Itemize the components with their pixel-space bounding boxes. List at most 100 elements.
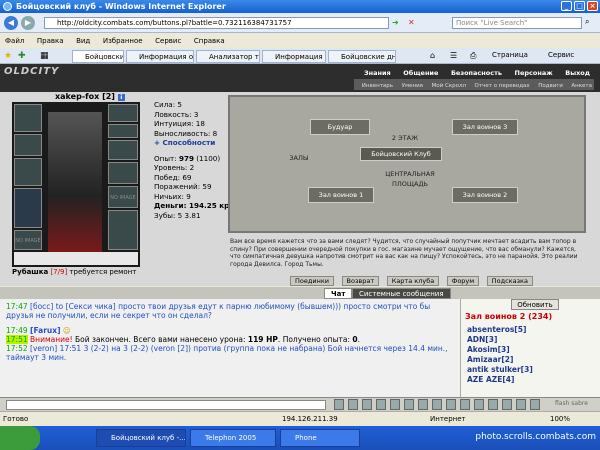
menu-tools[interactable]: Сервис — [150, 34, 186, 48]
minimize-button[interactable]: _ — [561, 1, 572, 11]
go-icon[interactable]: ➜ — [392, 18, 399, 27]
player-entry[interactable]: Akosim[3] — [467, 345, 510, 354]
nav-exit[interactable]: Выход — [565, 69, 590, 77]
menu-favorites[interactable]: Избранное — [98, 34, 148, 48]
toolbar-icon[interactable] — [348, 399, 358, 410]
back-button[interactable]: ◀ — [4, 16, 18, 30]
page-menu[interactable]: Страница — [492, 51, 528, 59]
room-floor2[interactable]: 2 ЭТАЖ — [370, 133, 440, 145]
refresh-button[interactable]: Обновить — [511, 299, 559, 310]
amulet-slot[interactable] — [14, 134, 42, 156]
helmet-slot[interactable] — [14, 104, 42, 132]
nav-communication[interactable]: Общение — [403, 69, 438, 77]
room-warriors-2[interactable]: Зал воинов 2 — [452, 187, 518, 203]
tab-combats[interactable]: Бойцовский кл... — [72, 50, 124, 63]
tab-system-messages[interactable]: Системные сообщения — [352, 288, 451, 299]
subnav-scroll[interactable]: Мой Скролл — [432, 83, 466, 89]
weapon-slot[interactable] — [14, 158, 42, 186]
nav-character[interactable]: Персонаж — [515, 69, 553, 77]
toolbar-icon[interactable] — [376, 399, 386, 410]
task-phone[interactable]: Phone — [280, 429, 360, 447]
menu-view[interactable]: Вид — [71, 34, 95, 48]
msg-nick[interactable]: [Farux] — [30, 326, 60, 335]
character-avatar[interactable] — [48, 112, 102, 252]
inventory-quick-slots[interactable] — [14, 252, 138, 265]
character-nick[interactable]: xakep-fox [2] i — [55, 92, 125, 101]
toolbar-icon[interactable] — [502, 399, 512, 410]
toolbar-icon[interactable] — [432, 399, 442, 410]
player-entry[interactable]: absenteros[5] — [467, 325, 526, 334]
subnav-inventory[interactable]: Инвентарь — [362, 83, 393, 89]
subnav-profile[interactable]: Анкета — [571, 83, 592, 89]
toolbar-icon[interactable] — [460, 399, 470, 410]
favorites-star-icon[interactable]: ★ — [4, 51, 12, 61]
msg-nick[interactable]: [босс] — [30, 302, 53, 311]
hint-button[interactable]: Подсказка — [486, 276, 533, 286]
search-icon[interactable]: ⌕ — [585, 17, 589, 27]
shield-slot[interactable] — [108, 162, 138, 184]
msg-nick[interactable]: [veron] — [30, 344, 57, 353]
chat-input[interactable] — [6, 400, 326, 410]
home-icon[interactable]: ⌂ — [430, 51, 435, 60]
room-halls[interactable]: ЗАЛЫ — [274, 153, 324, 165]
boots-slot[interactable] — [108, 210, 138, 250]
subnav-deeds[interactable]: Подвиги — [538, 83, 563, 89]
forum-button[interactable]: Форум — [446, 276, 480, 286]
belt-slot[interactable]: NO IMAGE — [14, 230, 42, 250]
tab-info-1[interactable]: Информация о ... — [126, 50, 194, 63]
tab-list-icon[interactable]: ▦ — [40, 51, 49, 61]
status-zoom[interactable]: 100% — [550, 412, 570, 426]
nav-knowledge[interactable]: Знания — [364, 69, 391, 77]
msg-to[interactable]: to [Секси чика] — [56, 302, 116, 311]
task-combats[interactable]: Бойцовский клуб -... — [96, 429, 186, 447]
player-entry[interactable]: AZE AZE[4] — [467, 375, 514, 384]
room-central-square[interactable]: ЦЕНТРАЛЬНАЯ ПЛОЩАДЬ — [370, 169, 450, 191]
gloves-slot[interactable] — [108, 140, 138, 160]
room-warriors-1[interactable]: Зал воинов 1 — [308, 187, 374, 203]
task-telephon[interactable]: Telephon 2005 — [190, 429, 276, 447]
toolbar-icon[interactable] — [446, 399, 456, 410]
room-warriors-3[interactable]: Зал воинов 3 — [452, 119, 518, 135]
tab-battle-days[interactable]: Бойцовские дн... — [328, 50, 396, 63]
feeds-icon[interactable]: ☰ — [450, 51, 457, 60]
subnav-transfers[interactable]: Отчет о переводах — [475, 83, 530, 89]
subnav-skills[interactable]: Умения — [402, 83, 423, 89]
abilities-link[interactable]: + Способности — [154, 138, 232, 148]
menu-edit[interactable]: Правка — [32, 34, 69, 48]
print-icon[interactable]: ⎙ — [470, 51, 476, 61]
toolbar-icon[interactable] — [530, 399, 540, 410]
address-input[interactable]: http://oldcity.combats.com/buttons.pl?ba… — [44, 17, 389, 29]
toolbar-icon[interactable] — [418, 399, 428, 410]
forward-button[interactable]: ▶ — [21, 16, 35, 30]
tab-analyzer[interactable]: Анализатор та... — [196, 50, 260, 63]
search-input[interactable]: Поиск "Live Search" — [452, 17, 582, 29]
duels-button[interactable]: Поединки — [290, 276, 334, 286]
toolbar-icon[interactable] — [488, 399, 498, 410]
start-button[interactable] — [0, 426, 40, 450]
armor-slot[interactable] — [14, 188, 42, 228]
room-boudoir[interactable]: Будуар — [310, 119, 370, 135]
menu-file[interactable]: Файл — [0, 34, 29, 48]
ring-slots[interactable] — [108, 124, 138, 138]
info-icon[interactable]: i — [117, 94, 125, 101]
stop-icon[interactable]: ✕ — [408, 18, 415, 27]
toolbar-icon[interactable] — [334, 399, 344, 410]
add-favorite-icon[interactable]: ✚ — [18, 51, 26, 61]
menu-help[interactable]: Справка — [189, 34, 230, 48]
toolbar-icon[interactable] — [516, 399, 526, 410]
maximize-button[interactable]: □ — [574, 1, 585, 11]
nav-security[interactable]: Безопасность — [451, 69, 502, 77]
tools-menu[interactable]: Сервис — [548, 51, 574, 59]
return-button[interactable]: Возврат — [341, 276, 380, 286]
legs-slot[interactable]: NO IMAGE — [108, 186, 138, 208]
tab-info-2[interactable]: Информация о ... — [262, 50, 326, 63]
player-entry[interactable]: antik stulker[3] — [467, 365, 533, 374]
close-button[interactable]: × — [587, 1, 598, 11]
player-entry[interactable]: ADN[3] — [467, 335, 497, 344]
club-map-button[interactable]: Карта клуба — [386, 276, 440, 286]
room-fight-club[interactable]: Бойцовский Клуб — [360, 147, 442, 161]
toolbar-icon[interactable] — [474, 399, 484, 410]
toolbar-icon[interactable] — [362, 399, 372, 410]
player-entry[interactable]: Amizaar[2] — [467, 355, 513, 364]
toolbar-icon[interactable] — [390, 399, 400, 410]
